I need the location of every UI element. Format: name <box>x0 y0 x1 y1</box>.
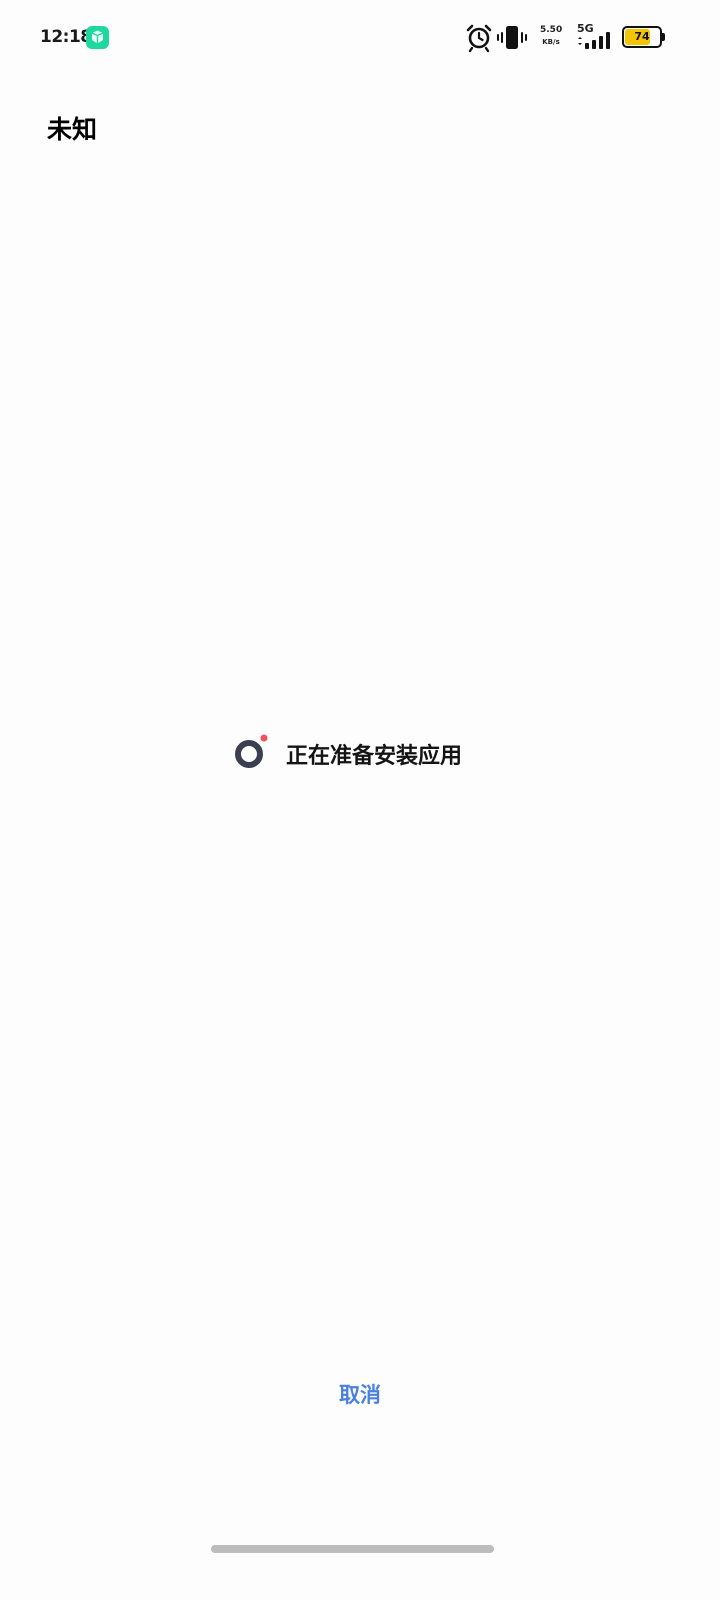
status-time: 12:18 <box>40 27 92 47</box>
network-speed-rate: 5.50 <box>540 25 563 35</box>
loading-spinner-icon <box>233 733 271 771</box>
vibrate-icon <box>497 22 527 54</box>
network-speed-unit: KB/s <box>542 38 560 46</box>
app-notification-icon <box>86 26 109 49</box>
package-installer-screen: 12:18 5.50 KB/s 5G 74 未知 正在准备安装应用 取消 <box>0 0 720 1600</box>
cancel-button[interactable]: 取消 <box>310 1372 410 1416</box>
battery-level-text: 74 <box>634 30 650 43</box>
network-speed: 5.50 KB/s <box>540 22 562 54</box>
home-indicator[interactable] <box>211 1545 494 1553</box>
battery-icon: 74 <box>622 26 666 48</box>
status-bar: 12:18 5.50 KB/s 5G 74 <box>0 0 720 76</box>
install-status-text: 正在准备安装应用 <box>286 744 463 769</box>
page-title: 未知 <box>47 115 98 144</box>
signal-bars-icon <box>574 22 614 54</box>
alarm-icon <box>466 22 492 54</box>
